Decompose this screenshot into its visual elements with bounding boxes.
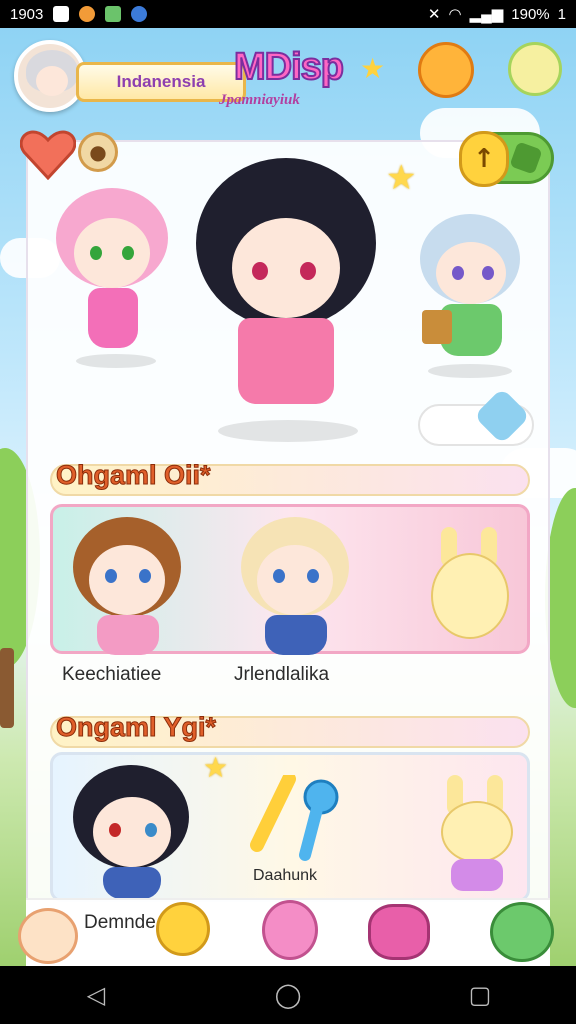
player-name: Indanensia: [116, 72, 206, 91]
swirl-icon[interactable]: [262, 900, 318, 960]
character-eye: [109, 823, 121, 837]
status-extra: 1: [557, 5, 566, 23]
facebook-icon: [131, 6, 148, 22]
shadow: [76, 354, 156, 368]
character-body: [97, 615, 159, 655]
section-title-2: Ongaml Ygi*: [50, 712, 530, 748]
bunny-body: [431, 553, 509, 639]
avatar-face: [36, 66, 68, 96]
character-eye: [122, 246, 134, 260]
star-icon: ★: [386, 158, 417, 198]
character-face: [257, 545, 333, 615]
book-icon: [422, 310, 452, 344]
star-icon: ★: [203, 751, 229, 784]
sprout-mascot-icon[interactable]: [508, 42, 562, 96]
up-arrow-icon: ↑: [459, 131, 509, 187]
game-logo: MDisp: [233, 45, 345, 89]
coin-icon[interactable]: ●: [78, 132, 118, 172]
key-icon[interactable]: [249, 775, 345, 865]
recent-apps-button[interactable]: ▢: [450, 981, 510, 1009]
toggle-switch[interactable]: [418, 387, 534, 446]
status-bar: 1903 ✕ ◠ ▂▄▆ 190% 1: [0, 0, 576, 28]
sun-mascot-icon[interactable]: [418, 42, 474, 98]
character-main[interactable]: [196, 158, 376, 458]
bunny-mascot-purple[interactable]: [431, 775, 521, 895]
header: Indanensia MDisp ★ Jpamniayiuk: [14, 40, 386, 120]
logo-star-icon: ★: [360, 52, 386, 85]
character-eye: [452, 266, 464, 280]
bunny-body: [451, 859, 503, 891]
character-face: [436, 242, 506, 304]
character-blonde[interactable]: [235, 517, 355, 655]
home-button[interactable]: ◯: [258, 981, 318, 1009]
character-card-row-2[interactable]: Daahunk ★: [50, 751, 530, 902]
character-eye: [145, 823, 157, 837]
character-eye: [90, 246, 102, 260]
shadow: [218, 420, 358, 442]
character-eye: [300, 262, 316, 280]
heart-face-icon[interactable]: [368, 904, 430, 960]
notification-icon: [53, 6, 70, 22]
section-1-title: Ohgaml Oii*: [56, 460, 212, 491]
bunny-head: [441, 801, 513, 863]
character-eye: [273, 569, 285, 583]
clock: 1903: [10, 5, 44, 23]
signal-icon: ▂▄▆: [469, 6, 504, 23]
character-card-row-1[interactable]: [50, 504, 530, 655]
bear-mascot-icon[interactable]: [18, 908, 78, 964]
character-label-left: Keechiatiee: [62, 664, 162, 685]
wifi-icon: ◠: [448, 6, 462, 23]
character-pink[interactable]: [46, 188, 176, 398]
character-brown[interactable]: [67, 517, 187, 655]
section-2-title: Ongaml Ygi*: [55, 712, 217, 743]
character-face: [74, 218, 150, 288]
heart-icon[interactable]: [20, 128, 76, 180]
dino-mascot-icon[interactable]: [490, 902, 554, 962]
bunny-mascot[interactable]: [425, 527, 515, 642]
center-item-label: Daahunk: [253, 867, 318, 884]
character-eye: [105, 569, 117, 583]
character-face: [93, 797, 171, 867]
character-eye: [482, 266, 494, 280]
shadow: [428, 364, 512, 378]
character-blue[interactable]: [402, 214, 532, 394]
character-eye: [307, 569, 319, 583]
character-body: [265, 615, 327, 655]
mute-icon: ✕: [427, 6, 441, 23]
puzzle-icon: [509, 141, 543, 175]
character-eye: [252, 262, 268, 280]
character-label-right: Jrlendlalika: [234, 664, 330, 685]
navigation-bar: ◁ ◯ ▢: [0, 966, 576, 1024]
dock-label: Demnde: [84, 912, 156, 933]
section-title-1: Ohgaml Oii*: [50, 460, 530, 496]
app-icon: [79, 6, 96, 22]
character-body: [103, 867, 161, 899]
back-button[interactable]: ◁: [66, 981, 126, 1009]
character-face: [232, 218, 340, 318]
battery-text: 190%: [511, 5, 550, 23]
character-body: [238, 318, 334, 404]
character-body: [88, 288, 138, 348]
game-subtitle: Jpamniayiuk: [219, 92, 300, 108]
upgrade-button[interactable]: ↑: [459, 131, 554, 187]
character-black-hair[interactable]: [67, 765, 197, 901]
character-eye: [139, 569, 151, 583]
character-face: [89, 545, 165, 615]
tree-trunk: [0, 648, 14, 728]
leaf-icon: [105, 6, 122, 22]
sun-face-icon[interactable]: [156, 902, 210, 956]
game-scene: Indanensia MDisp ★ Jpamniayiuk ● ↑ ★ Ohg…: [0, 28, 576, 966]
